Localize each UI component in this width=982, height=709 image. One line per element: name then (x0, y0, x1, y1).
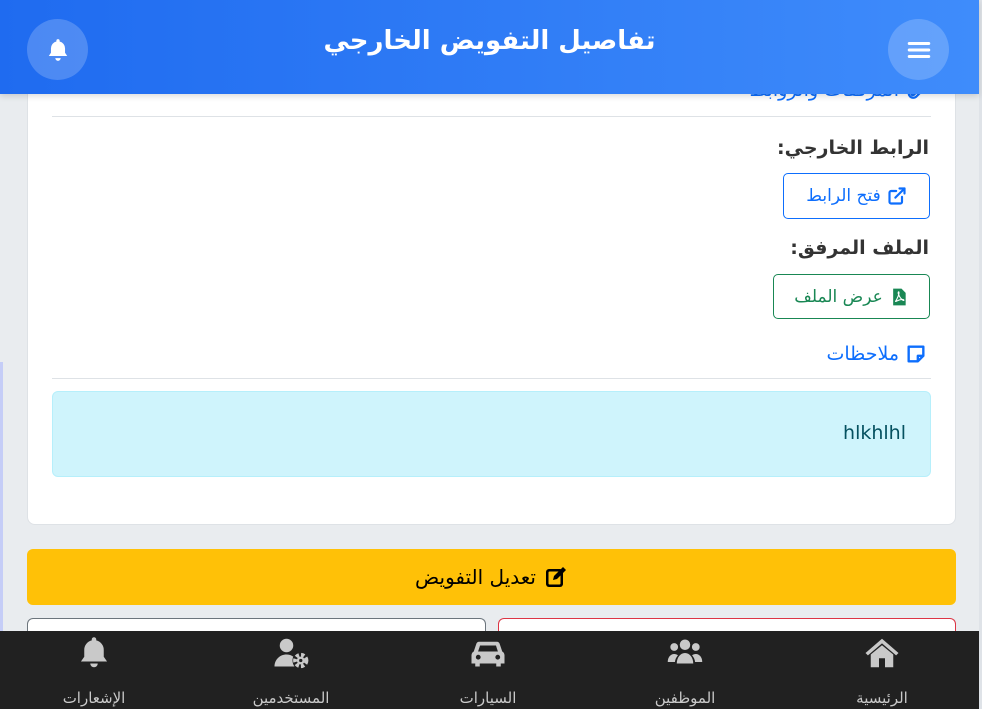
notifications-button[interactable] (27, 19, 88, 80)
notes-section-title: ملاحظات (826, 343, 927, 365)
left-accent-bar (0, 362, 3, 632)
nav-users-label: المستخدمين (252, 689, 330, 707)
nav-home[interactable]: الرئيسية (812, 631, 952, 709)
nav-employees-label: الموظفين (654, 689, 716, 707)
bell-icon (80, 637, 108, 668)
notes-title-text: ملاحظات (826, 343, 899, 365)
nav-cars-label: السيارات (459, 689, 517, 707)
nav-notifications[interactable]: الإشعارات (24, 631, 164, 709)
bell-icon (48, 38, 67, 61)
nav-users[interactable]: المستخدمين (221, 631, 361, 709)
app-header: تفاصيل التفويض الخارجي (0, 0, 979, 94)
edit-icon (546, 567, 566, 587)
edit-button-label: تعديل التفويض (415, 565, 536, 589)
view-file-button-label: عرض الملف (794, 286, 883, 307)
user-gear-icon (274, 638, 309, 669)
nav-cars[interactable]: السيارات (418, 631, 558, 709)
notes-text: hlkhlhl (843, 422, 906, 444)
pdf-file-icon (892, 288, 906, 305)
attached-file-label: الملف المرفق: (790, 237, 929, 259)
users-group-icon (667, 639, 703, 664)
open-link-button[interactable]: فتح الرابط (783, 173, 930, 219)
sticky-note-icon (907, 345, 925, 363)
nav-notifications-label: الإشعارات (62, 689, 126, 707)
view-file-button[interactable]: عرض الملف (773, 274, 930, 319)
external-link-label: الرابط الخارجي: (777, 137, 929, 159)
nav-home-label: الرئيسية (856, 689, 908, 707)
page-title: تفاصيل التفويض الخارجي (323, 26, 656, 56)
external-link-icon (888, 187, 906, 205)
notes-box: hlkhlhl (52, 391, 931, 477)
open-link-button-label: فتح الرابط (806, 186, 881, 206)
nav-employees[interactable]: الموظفين (615, 631, 755, 709)
divider (52, 116, 931, 117)
details-card: المرفقات والروابط الرابط الخارجي: فتح ال… (27, 40, 956, 525)
bottom-navigation: الرئيسية الموظفين السيارات المستخدمين ال… (0, 631, 979, 709)
divider (52, 378, 931, 379)
edit-authorization-button[interactable]: تعديل التفويض (27, 549, 956, 605)
home-icon (865, 638, 899, 668)
car-icon (471, 641, 505, 667)
